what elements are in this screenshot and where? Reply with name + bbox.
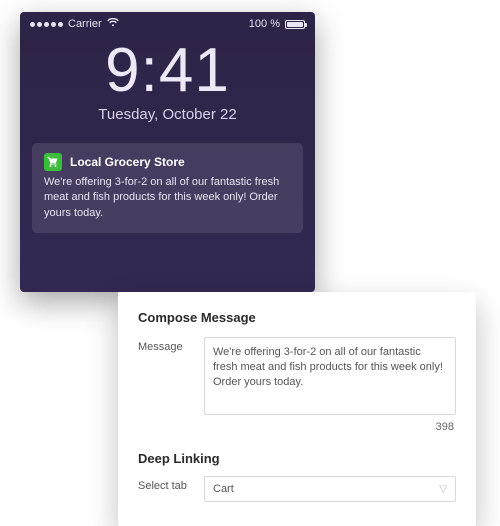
- notification-card[interactable]: Local Grocery Store We're offering 3-for…: [32, 143, 303, 233]
- notification-body: We're offering 3-for-2 on all of our fan…: [44, 175, 291, 221]
- clock: 9:41 Tuesday, October 22: [20, 40, 315, 123]
- status-right: 100 %: [249, 18, 305, 30]
- date-label: Tuesday, October 22: [20, 106, 315, 123]
- signal-dots-icon: [30, 22, 63, 27]
- notification-title: Local Grocery Store: [70, 155, 185, 169]
- select-tab-dropdown[interactable]: Cart ▽: [204, 476, 456, 502]
- carrier-label: Carrier: [68, 18, 102, 30]
- status-left: Carrier: [30, 18, 119, 30]
- select-tab-value: Cart: [213, 483, 234, 495]
- message-input[interactable]: [204, 337, 456, 415]
- deep-linking-section: Deep Linking Select tab Cart ▽: [138, 451, 456, 502]
- message-label: Message: [138, 337, 190, 353]
- phone-lockscreen: Carrier 100 % 9:41 Tuesday, October 22 L…: [20, 12, 315, 292]
- deep-linking-heading: Deep Linking: [138, 451, 456, 466]
- select-row: Select tab Cart ▽: [138, 476, 456, 502]
- time-label: 9:41: [20, 40, 315, 102]
- cart-icon: [44, 153, 62, 171]
- message-row: Message: [138, 337, 456, 415]
- battery-icon: [285, 20, 305, 29]
- compose-heading: Compose Message: [138, 310, 456, 325]
- wifi-icon: [107, 18, 119, 30]
- select-tab-label: Select tab: [138, 476, 190, 492]
- status-bar: Carrier 100 %: [20, 12, 315, 32]
- chevron-down-icon: ▽: [439, 484, 447, 495]
- char-counter: 398: [138, 421, 456, 433]
- battery-pct: 100 %: [249, 18, 280, 30]
- notification-header: Local Grocery Store: [44, 153, 291, 171]
- compose-panel: Compose Message Message 398 Deep Linking…: [118, 292, 476, 526]
